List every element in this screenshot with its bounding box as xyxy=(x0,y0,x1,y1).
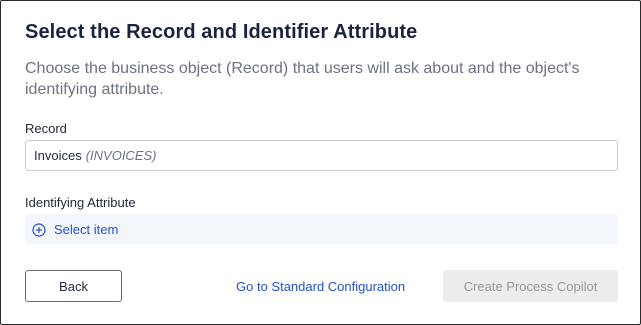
select-item-label: Select item xyxy=(54,222,119,237)
standard-configuration-link[interactable]: Go to Standard Configuration xyxy=(236,279,405,294)
dialog-subtitle: Choose the business object (Record) that… xyxy=(25,60,580,98)
identifying-attribute-label: Identifying Attribute xyxy=(25,195,136,210)
create-process-copilot-button[interactable]: Create Process Copilot xyxy=(443,270,618,302)
select-item-button[interactable]: Select item xyxy=(25,214,618,245)
plus-circle-icon xyxy=(32,222,46,237)
dialog-title: Select the Record and Identifier Attribu… xyxy=(25,21,418,43)
record-code: (INVOICES) xyxy=(85,148,157,163)
record-selection-dialog: Select the Record and Identifier Attribu… xyxy=(0,0,641,325)
record-value: Invoices xyxy=(34,148,82,163)
back-button[interactable]: Back xyxy=(25,270,122,302)
record-field[interactable]: Invoices (INVOICES) xyxy=(25,140,618,171)
record-label: Record xyxy=(25,121,67,136)
